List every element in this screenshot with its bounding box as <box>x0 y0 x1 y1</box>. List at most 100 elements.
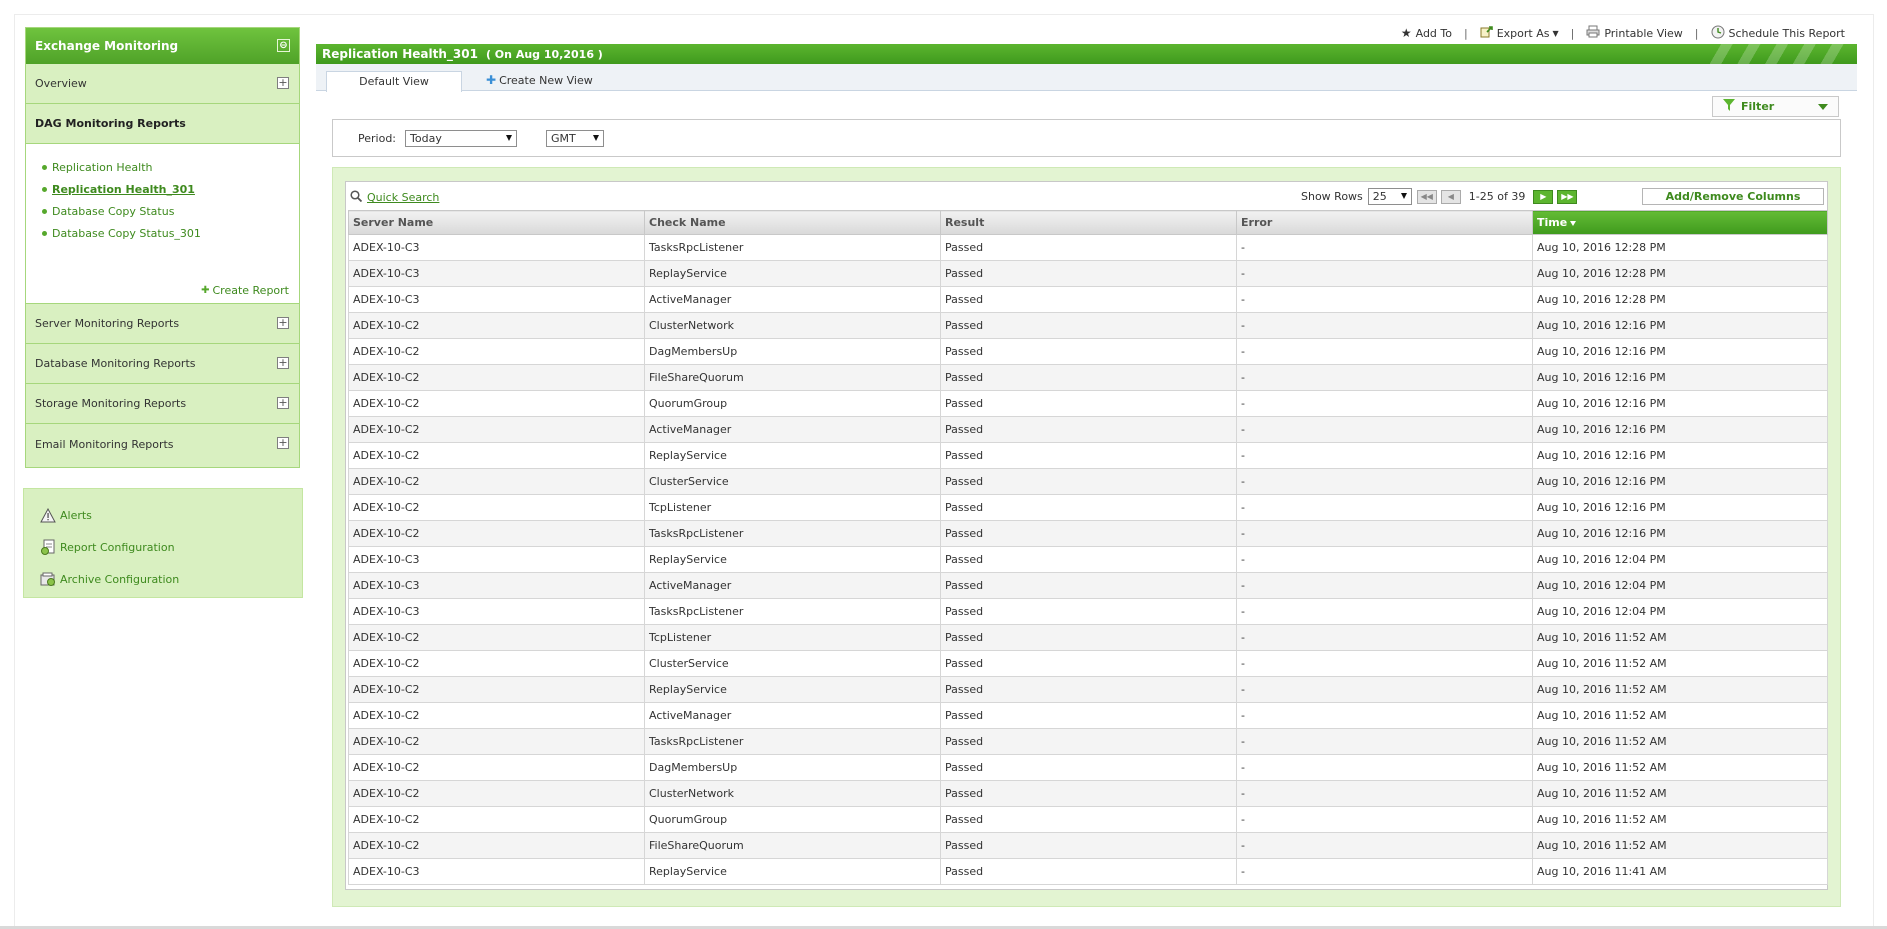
table-row[interactable]: ADEX-10-C2 ClusterNetwork Passed - Aug 10, 2… <box>348 780 1828 807</box>
cell-check-name: TasksRpcListener <box>644 728 941 755</box>
column-header-time[interactable]: Time <box>1532 210 1828 235</box>
filter-button[interactable]: Filter <box>1712 96 1839 117</box>
dag-report-database-copy-status[interactable]: Database Copy Status <box>26 200 299 222</box>
add-to-button[interactable]: ★ Add To <box>1401 26 1452 40</box>
quick-search-label: Quick Search <box>367 191 440 204</box>
table-row[interactable]: ADEX-10-C2 DagMembersUp Passed - Aug 10, 201… <box>348 338 1828 365</box>
dag-report-replication-health[interactable]: Replication Health <box>26 156 299 178</box>
cell-check-name: ClusterService <box>644 650 941 677</box>
column-header-label: Error <box>1241 216 1273 229</box>
table-row[interactable]: ADEX-10-C2 ClusterNetwork Passed - Aug 10, 2… <box>348 312 1828 339</box>
timezone-select[interactable]: GMT <box>546 129 605 147</box>
cell-error: - <box>1236 806 1533 833</box>
table-row[interactable]: ADEX-10-C2 ActiveManager Passed - Aug 10, 20… <box>348 416 1828 443</box>
add-remove-columns-button[interactable]: Add/Remove Columns <box>1642 188 1824 205</box>
quick-search-link[interactable]: Quick Search <box>350 190 439 205</box>
table-row[interactable]: ADEX-10-C2 FileShareQuorum Passed - Aug 10, … <box>348 832 1828 859</box>
table-row[interactable]: ADEX-10-C2 TasksRpcListener Passed - Aug 10,… <box>348 728 1828 755</box>
cell-server-name: ADEX-10-C3 <box>348 598 645 625</box>
dropdown-arrow-icon <box>1400 193 1407 199</box>
sidebar-section-email[interactable]: Email Monitoring Reports + <box>26 424 299 464</box>
table-row[interactable]: ADEX-10-C2 ReplayService Passed - Aug 10, 20… <box>348 442 1828 469</box>
create-report-link[interactable]: ✚ Create Report <box>201 284 289 297</box>
cell-result: Passed <box>940 598 1237 625</box>
column-header-server-name[interactable]: Server Name <box>348 210 645 235</box>
column-header-result[interactable]: Result <box>940 210 1237 235</box>
column-header-label: Server Name <box>353 216 434 229</box>
report-configuration-label: Report Configuration <box>60 540 175 554</box>
table-row[interactable]: ADEX-10-C2 TcpListener Passed - Aug 10, 2016… <box>348 494 1828 521</box>
dag-report-replication-health-301[interactable]: Replication Health_301 <box>26 178 299 200</box>
column-header-check-name[interactable]: Check Name <box>644 210 941 235</box>
sidebar-section-database[interactable]: Database Monitoring Reports + <box>26 344 299 384</box>
table-row[interactable]: ADEX-10-C2 FileShareQuorum Passed - Aug 10, … <box>348 364 1828 391</box>
cell-server-name: ADEX-10-C2 <box>348 468 645 495</box>
view-tabs: Default View ✚ Create New View <box>316 64 1857 92</box>
printable-view-button[interactable]: Printable View <box>1586 25 1683 41</box>
archive-configuration-link[interactable]: Archive Configuration <box>24 563 302 595</box>
sidebar-section-overview[interactable]: Overview + <box>26 64 299 104</box>
cell-result: Passed <box>940 728 1237 755</box>
last-page-button[interactable]: ▶▶ <box>1557 189 1578 204</box>
cell-error: - <box>1236 520 1533 547</box>
cell-server-name: ADEX-10-C3 <box>348 286 645 313</box>
table-row[interactable]: ADEX-10-C2 ActiveManager Passed - Aug 10, 20… <box>348 702 1828 729</box>
sidebar-section-storage[interactable]: Storage Monitoring Reports + <box>26 384 299 424</box>
page-info: 1-25 of 39 <box>1468 190 1526 203</box>
cell-check-name: ReplayService <box>644 858 941 885</box>
cell-error: - <box>1236 260 1533 287</box>
table-row[interactable]: ADEX-10-C2 TasksRpcListener Passed - Aug 10,… <box>348 520 1828 547</box>
cell-check-name: QuorumGroup <box>644 806 941 833</box>
chevron-down-icon: ▼ <box>1552 28 1559 38</box>
table-row[interactable]: ADEX-10-C3 ReplayService Passed - Aug 10, 20… <box>348 858 1828 885</box>
search-icon <box>350 190 363 205</box>
dropdown-arrow-icon <box>506 134 513 141</box>
table-row[interactable]: ADEX-10-C2 QuorumGroup Passed - Aug 10, 2016… <box>348 806 1828 833</box>
next-page-button[interactable]: ▶ <box>1533 189 1554 204</box>
table-row[interactable]: ADEX-10-C3 ActiveManager Passed - Aug 10, 20… <box>348 572 1828 599</box>
cell-result: Passed <box>940 624 1237 651</box>
table-row[interactable]: ADEX-10-C2 QuorumGroup Passed - Aug 10, 2016… <box>348 390 1828 417</box>
rows-per-page-select[interactable]: 25 <box>1367 188 1412 205</box>
expand-icon[interactable]: + <box>277 317 289 329</box>
table-row[interactable]: ADEX-10-C3 TasksRpcListener Passed - Aug 10,… <box>348 234 1828 261</box>
alerts-link[interactable]: Alerts <box>24 499 302 531</box>
cell-check-name: TasksRpcListener <box>644 598 941 625</box>
sidebar-section-dag[interactable]: DAG Monitoring Reports <box>26 104 299 144</box>
table-row[interactable]: ADEX-10-C3 ActiveManager Passed - Aug 10, 20… <box>348 286 1828 313</box>
table-row[interactable]: ADEX-10-C3 TasksRpcListener Passed - Aug 10,… <box>348 598 1828 625</box>
table-row[interactable]: ADEX-10-C3 ReplayService Passed - Aug 10, 20… <box>348 546 1828 573</box>
period-label: Period: <box>358 131 397 145</box>
expand-icon[interactable]: + <box>277 397 289 409</box>
sidebar-section-server[interactable]: Server Monitoring Reports + <box>26 304 299 344</box>
sidebar-title: Exchange Monitoring <box>35 39 179 53</box>
table-row[interactable]: ADEX-10-C2 DagMembersUp Passed - Aug 10, 201… <box>348 754 1828 781</box>
report-configuration-link[interactable]: Report Configuration <box>24 531 302 563</box>
dag-report-database-copy-status-301[interactable]: Database Copy Status_301 <box>26 222 299 244</box>
expand-icon[interactable]: + <box>277 77 289 89</box>
report-table: Server Name Check Name Result Error Time… <box>348 210 1828 885</box>
table-row[interactable]: ADEX-10-C3 ReplayService Passed - Aug 10, 20… <box>348 260 1828 287</box>
cell-server-name: ADEX-10-C3 <box>348 260 645 287</box>
cell-result: Passed <box>940 390 1237 417</box>
export-as-button[interactable]: Export As ▼ <box>1480 25 1559 41</box>
cell-result: Passed <box>940 260 1237 287</box>
first-page-button[interactable]: ◀◀ <box>1416 189 1437 204</box>
tab-default-view[interactable]: Default View <box>326 71 462 92</box>
column-header-label: Check Name <box>649 216 726 229</box>
sidebar-collapse-icon[interactable]: ⊖ <box>277 39 290 52</box>
cell-server-name: ADEX-10-C2 <box>348 390 645 417</box>
table-row[interactable]: ADEX-10-C2 ClusterService Passed - Aug 10, 2… <box>348 468 1828 495</box>
expand-icon[interactable]: + <box>277 437 289 449</box>
table-row[interactable]: ADEX-10-C2 ReplayService Passed - Aug 10, 20… <box>348 676 1828 703</box>
schedule-report-button[interactable]: Schedule This Report <box>1711 25 1845 42</box>
cell-error: - <box>1236 416 1533 443</box>
table-row[interactable]: ADEX-10-C2 TcpListener Passed - Aug 10, 2016… <box>348 624 1828 651</box>
period-select[interactable]: Today <box>405 129 518 147</box>
column-header-error[interactable]: Error <box>1236 210 1533 235</box>
expand-icon[interactable]: + <box>277 357 289 369</box>
create-new-view-tab[interactable]: ✚ Create New View <box>486 72 593 88</box>
previous-page-button[interactable]: ◀ <box>1440 189 1461 204</box>
report-date: ( On Aug 10,2016 ) <box>485 47 603 61</box>
table-row[interactable]: ADEX-10-C2 ClusterService Passed - Aug 10, 2… <box>348 650 1828 677</box>
